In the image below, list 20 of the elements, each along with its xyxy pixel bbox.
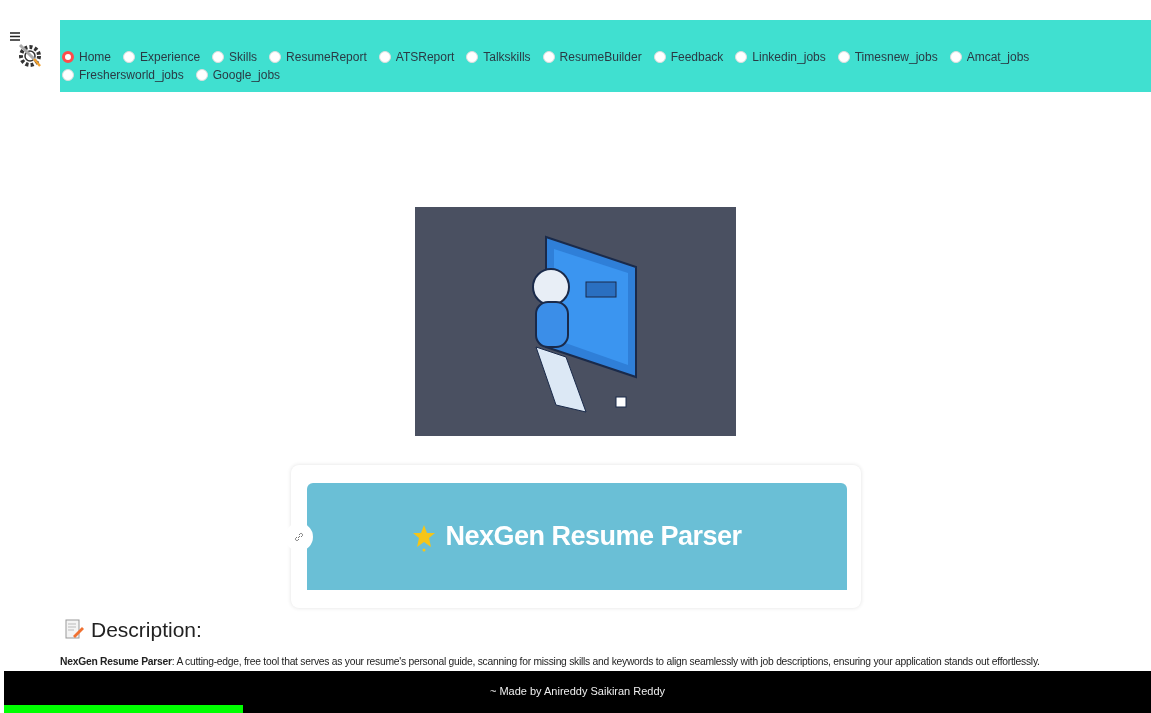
nav-option-label[interactable]: Google_jobs [212,68,281,82]
nav-option-label[interactable]: Amcat_jobs [966,50,1030,64]
nav-option-label[interactable]: ResumeReport [286,50,367,64]
nav-option-label[interactable]: Timesnew_jobs [854,50,938,64]
nav-option-label[interactable]: Linkedin_jobs [752,50,826,64]
nav-option-label[interactable]: Experience [140,50,201,64]
nav-option-label[interactable]: Home [79,50,111,64]
nav-option-label[interactable]: Freshersworld_jobs [79,68,184,82]
nav-option-label[interactable]: ATSReport [395,50,455,64]
radio-button[interactable] [62,51,74,63]
description-heading: Description: [91,618,202,642]
footer-credit: ~ Made by Anireddy Saikiran Reddy [489,685,666,699]
nav-option-label[interactable]: Feedback [670,50,724,64]
memo-pencil-icon [65,619,85,641]
app-title: NexGen Resume Parser [445,521,742,552]
nav-option-label[interactable]: Talkskills [483,50,531,64]
description-text: NexGen Resume Parser: A cutting-edge, free tool that serves as your resume's personal guide, scanning for missing skills and keywords to align seamlessly with job descriptions, ensuring your application stands out effortlessly. [60,656,1041,667]
menu-icon[interactable] [10,32,20,41]
nav-option-label[interactable]: ResumeBuilder [559,50,642,64]
nav-option-label[interactable]: Skills [229,50,258,64]
